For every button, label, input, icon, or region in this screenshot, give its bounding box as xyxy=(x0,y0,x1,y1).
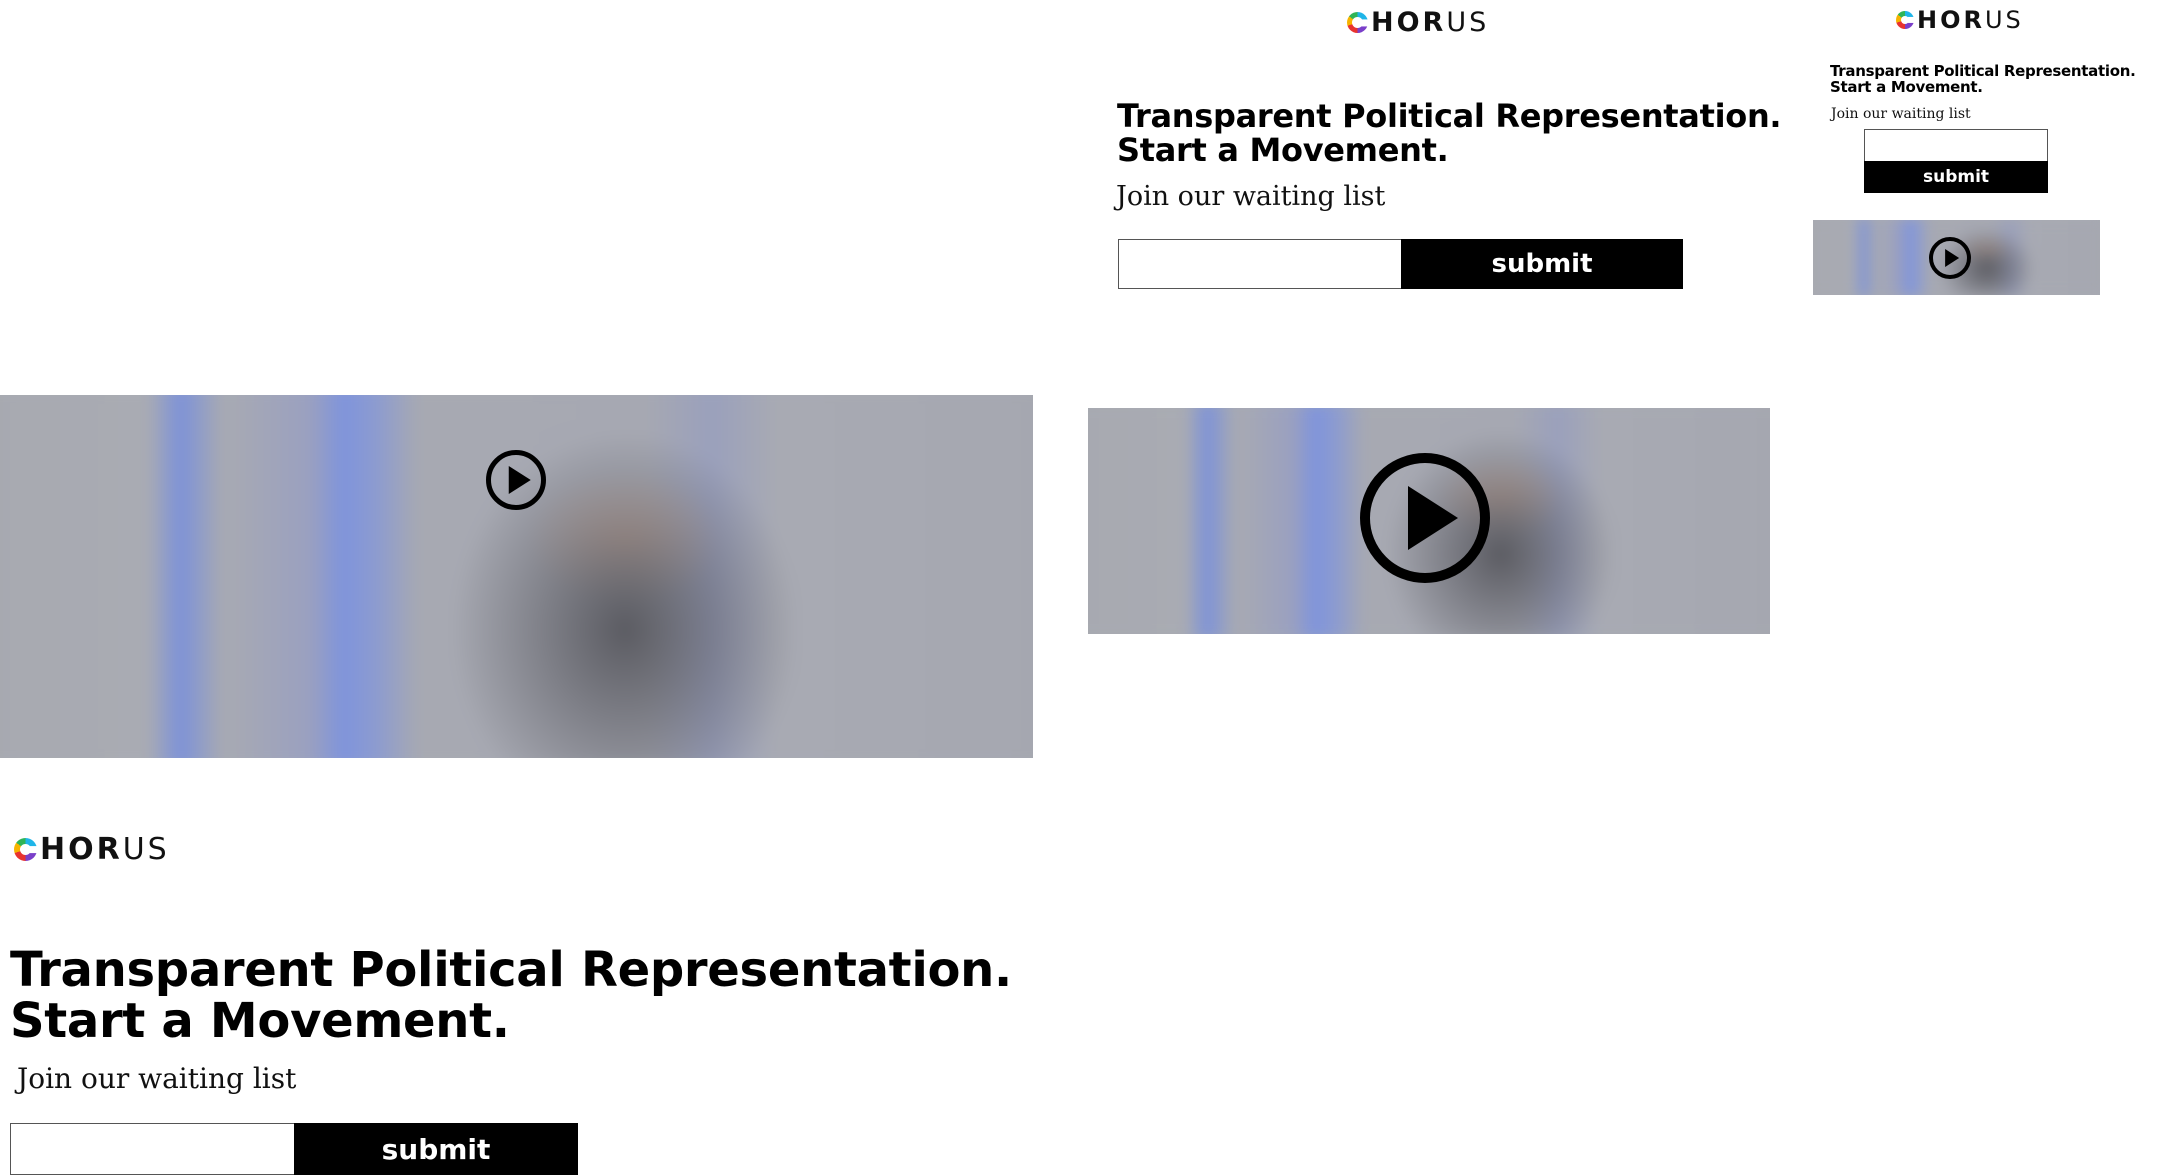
hero-headline: Transparent Political Representation. St… xyxy=(1117,97,1782,170)
submit-button[interactable]: submit xyxy=(1401,239,1683,289)
video-player-small[interactable] xyxy=(1813,220,2100,295)
chorus-logo: HOR US xyxy=(1347,7,1489,38)
headline-line-2: Start a Movement. xyxy=(1830,77,1983,96)
hero-headline: Transparent Political Representation. St… xyxy=(1830,63,2136,96)
headline-line-1: Transparent Political Representation. xyxy=(1117,97,1782,135)
headline-line-2: Start a Movement. xyxy=(1117,131,1449,170)
waiting-list-form: submit xyxy=(1864,129,2048,193)
waiting-list-subheading: Join our waiting list xyxy=(1116,181,1386,212)
video-player-medium[interactable] xyxy=(1088,408,1770,634)
logo-text-bold: HOR xyxy=(1371,7,1447,38)
email-input[interactable] xyxy=(1864,129,2048,161)
chorus-logo: HOR US xyxy=(1896,6,2024,34)
waiting-list-form: submit xyxy=(1118,239,1683,289)
submit-button[interactable]: submit xyxy=(1864,161,2048,193)
headline-line-1: Transparent Political Representation. xyxy=(10,942,1012,998)
headline-line-2: Start a Movement. xyxy=(10,993,510,1050)
logo-text-bold: HOR xyxy=(40,832,123,867)
play-icon[interactable] xyxy=(1360,453,1490,583)
chorus-c-logo-icon xyxy=(1896,11,1914,29)
submit-button[interactable]: submit xyxy=(294,1123,578,1175)
waiting-list-subheading: Join our waiting list xyxy=(17,1062,297,1095)
logo-text-light: US xyxy=(1984,6,2024,34)
video-player-large[interactable] xyxy=(0,395,1033,758)
logo-text-light: US xyxy=(1446,7,1490,38)
hero-headline: Transparent Political Representation. St… xyxy=(10,942,1012,1050)
waiting-list-subheading: Join our waiting list xyxy=(1831,106,1971,122)
logo-text-bold: HOR xyxy=(1917,6,1985,34)
play-icon[interactable] xyxy=(486,450,546,510)
play-icon[interactable] xyxy=(1929,237,1971,279)
email-input[interactable] xyxy=(1118,239,1401,289)
email-input[interactable] xyxy=(10,1123,294,1175)
waiting-list-form: submit xyxy=(10,1123,578,1175)
chorus-c-logo-icon xyxy=(14,838,37,861)
logo-text-light: US xyxy=(122,832,170,867)
chorus-logo: HOR US xyxy=(14,832,170,867)
chorus-c-logo-icon xyxy=(1347,12,1368,33)
